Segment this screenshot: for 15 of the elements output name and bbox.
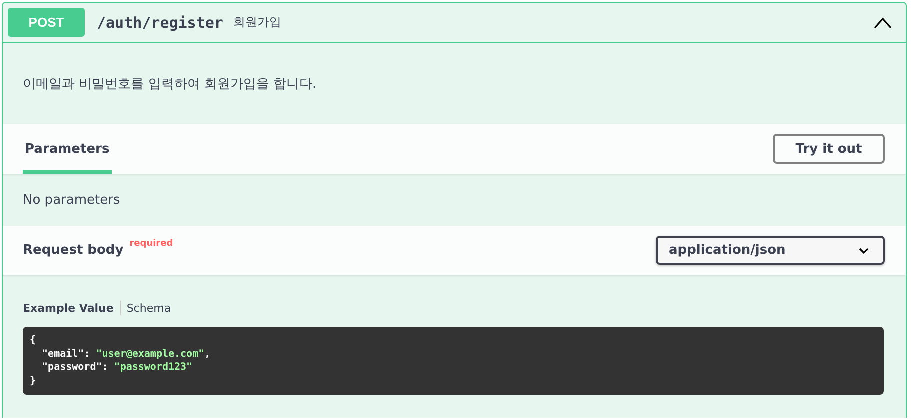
- endpoint-path[interactable]: /auth/register: [97, 14, 224, 32]
- collapse-icon[interactable]: [873, 16, 893, 28]
- example-tab[interactable]: Schema: [126, 302, 172, 314]
- parameters-tab[interactable]: Parameters: [23, 124, 112, 174]
- endpoint-summary: 회원가입: [233, 14, 282, 31]
- try-it-out-button[interactable]: Try it out: [773, 134, 885, 164]
- content-type-select[interactable]: application/json: [656, 236, 885, 265]
- dropdown-caret-icon: [859, 248, 869, 254]
- required-label: required: [130, 239, 174, 249]
- code-block: { "email": "user@example.com", "password": "password123" }: [23, 327, 884, 395]
- no-parameters-text: No parameters: [23, 192, 120, 208]
- operation-description: 이메일과 비밀번호를 입력하여 회원가입을 합니다.: [23, 76, 317, 92]
- example-tab[interactable]: Example Value: [23, 302, 114, 314]
- method-badge: POST: [8, 8, 85, 37]
- request-body-title: Request body: [23, 243, 124, 258]
